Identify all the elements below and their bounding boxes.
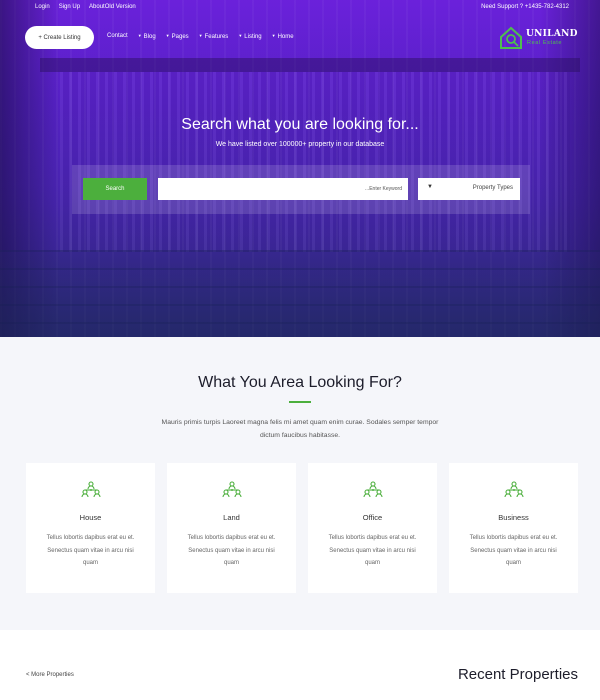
people-hierarchy-icon — [81, 481, 101, 498]
hero-house-facade — [60, 72, 570, 252]
property-type-select[interactable]: ▼ Property Types — [418, 178, 520, 200]
nav-item-listing[interactable]: ▼ Listing — [238, 33, 261, 40]
main-navbar: + Create Listing Contact ▼ Blog ▼ Pages ▼ F… — [0, 26, 600, 50]
card-title: Land — [223, 513, 240, 522]
nav-menu: Contact ▼ Blog ▼ Pages ▼ Features ▼ Listing … — [107, 33, 294, 40]
hero-roof — [40, 58, 580, 72]
more-properties-link[interactable]: < More Properties — [26, 672, 74, 678]
people-hierarchy-icon — [504, 481, 524, 498]
nav-item-blog[interactable]: ▼ Blog — [138, 33, 156, 40]
login-link[interactable]: Login — [35, 4, 50, 10]
support-phone[interactable]: Need Support ? +1435-782-4312 — [481, 4, 569, 10]
hero-title: Search what you are looking for... — [181, 116, 419, 133]
caret-down-icon: ▼ — [165, 33, 170, 38]
hero-section: Login Sign Up AboutOld Version Need Supp… — [0, 0, 600, 337]
hero-subtitle: We have listed over 100000+ property in … — [215, 141, 385, 148]
caret-down-icon: ▼ — [198, 33, 203, 38]
top-bar: Login Sign Up AboutOld Version Need Supp… — [0, 4, 600, 16]
category-card-house[interactable]: House Tellus lobortis dapibus erat eu et… — [26, 463, 155, 593]
card-title: House — [79, 513, 102, 522]
site-logo[interactable]: UNILAND Real Estate — [499, 26, 584, 50]
section-divider — [289, 401, 311, 403]
card-text: Tellus lobortis dapibus erat eu et. Sene… — [469, 535, 558, 566]
logo-name: UNILAND — [526, 29, 578, 39]
create-listing-button[interactable]: + Create Listing — [25, 26, 94, 49]
caret-down-icon: ▼ — [271, 33, 276, 38]
caret-down-icon: ▼ — [238, 33, 243, 38]
caret-down-icon: ▼ — [137, 33, 142, 38]
card-title: Business — [498, 513, 529, 522]
category-card-business[interactable]: Business Tellus lobortis dapibus erat eu… — [449, 463, 578, 593]
top-links: Login Sign Up AboutOld Version — [35, 4, 136, 10]
old-version-link[interactable]: AboutOld Version — [89, 4, 136, 10]
nav-item-features[interactable]: ▼ Features — [199, 33, 229, 40]
section-title: What You Area Looking For? — [198, 374, 402, 391]
nav-item-label: Pages — [171, 34, 189, 40]
nav-item-label: Features — [204, 34, 229, 40]
nav-item-home[interactable]: ▼ Home — [272, 33, 294, 40]
card-title: Office — [362, 513, 383, 522]
category-card-office[interactable]: Office Tellus lobortis dapibus erat eu e… — [308, 463, 437, 593]
people-hierarchy-icon — [222, 481, 242, 498]
nav-item-label: Listing — [244, 34, 262, 40]
chevron-down-icon: ▼ — [427, 184, 433, 190]
nav-item-contact[interactable]: Contact — [107, 33, 128, 40]
recent-properties-section — [0, 630, 600, 700]
nav-item-pages[interactable]: ▼ Pages — [166, 33, 189, 40]
property-type-value: Property Types — [472, 185, 513, 191]
search-button[interactable]: Search — [83, 178, 147, 200]
hero-deck — [0, 250, 600, 337]
category-cards: House Tellus lobortis dapibus erat eu et… — [26, 463, 578, 593]
signup-link[interactable]: Sign Up — [59, 4, 80, 10]
logo-tagline: Real Estate — [527, 40, 563, 46]
category-card-land[interactable]: Land Tellus lobortis dapibus erat eu et.… — [167, 463, 296, 593]
house-search-icon — [500, 26, 522, 49]
nav-item-label: Blog — [143, 34, 156, 40]
recent-properties-title: Recent Properties — [457, 666, 578, 683]
card-text: Tellus lobortis dapibus erat eu et. Sene… — [187, 535, 276, 566]
nav-item-label: Contact — [107, 33, 128, 39]
nav-item-label: Home — [277, 34, 294, 40]
card-text: Tellus lobortis dapibus erat eu et. Sene… — [46, 535, 135, 566]
search-panel: Search ▼ Property Types — [72, 165, 530, 214]
card-text: Tellus lobortis dapibus erat eu et. Sene… — [328, 535, 417, 566]
keyword-input[interactable] — [158, 178, 408, 200]
section-description: Mauris primis turpis Laoreet magna felis… — [161, 419, 439, 439]
people-hierarchy-icon — [363, 481, 383, 498]
